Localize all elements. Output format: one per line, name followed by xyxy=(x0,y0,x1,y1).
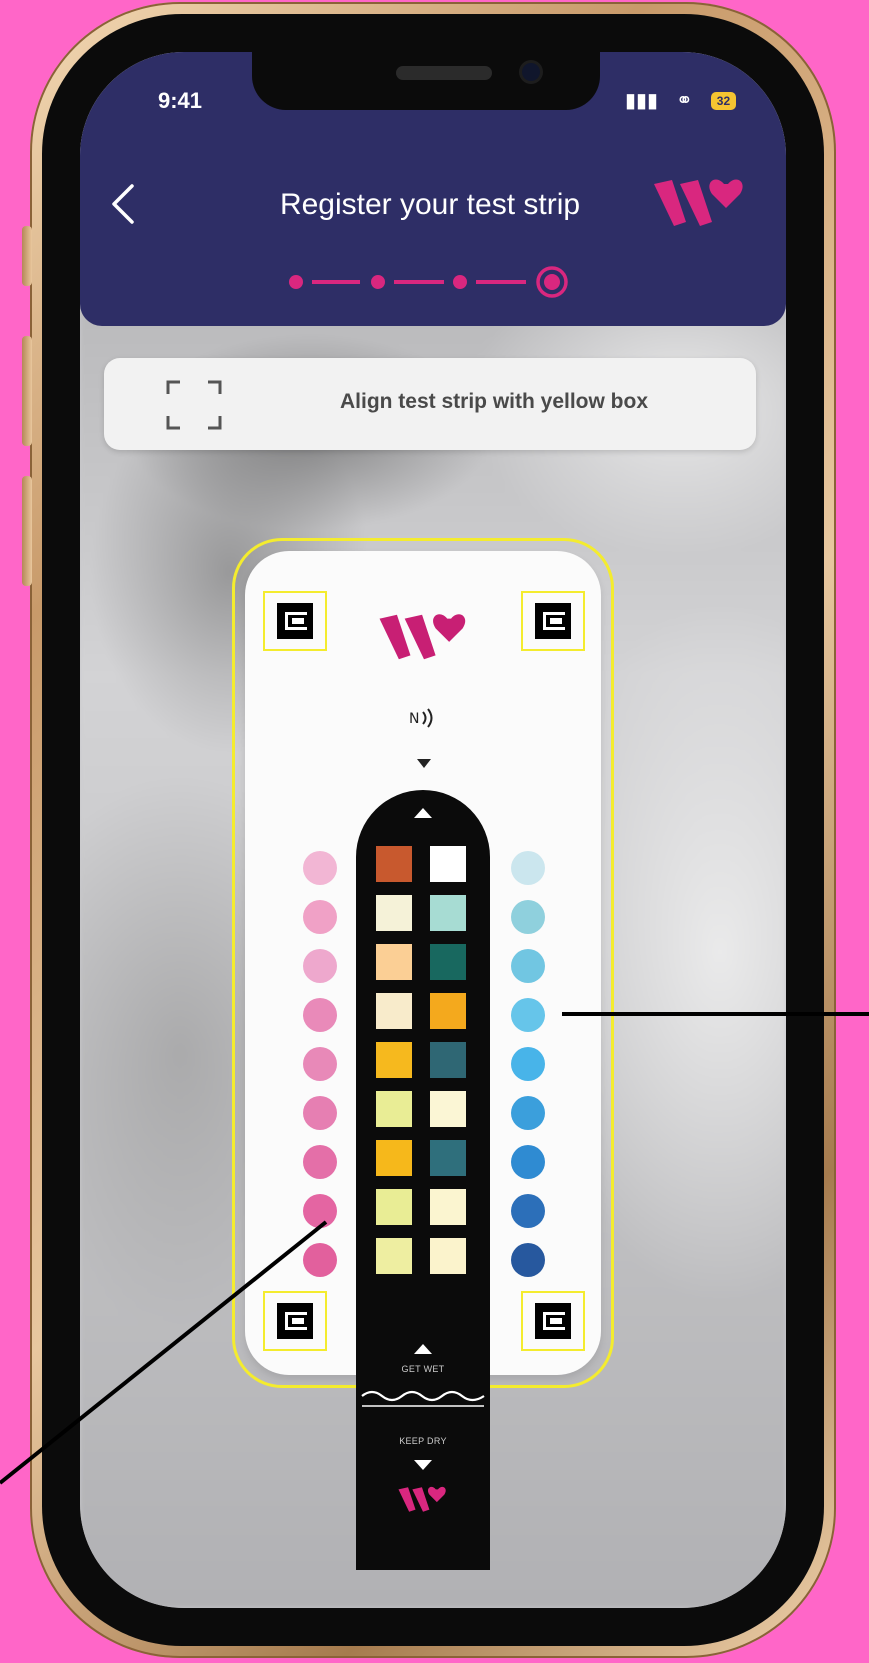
front-camera xyxy=(522,63,540,81)
link-icon: ⚭ xyxy=(676,90,693,112)
reagent-pad-left xyxy=(376,1042,412,1078)
alignment-instruction-text: Align test strip with yellow box xyxy=(339,390,649,413)
right-reference-dot xyxy=(511,1096,545,1130)
reagent-pad-right xyxy=(430,1238,466,1274)
right-reference-dot xyxy=(511,851,545,885)
left-reference-dot xyxy=(303,900,337,934)
right-reference-dot xyxy=(511,1047,545,1081)
test-strip: GET WET KEEP DRY xyxy=(356,790,490,1570)
left-reference-dot xyxy=(303,1194,337,1228)
reagent-pad-left xyxy=(376,944,412,980)
left-reference-dot xyxy=(303,1047,337,1081)
insert-direction-arrow-icon xyxy=(417,759,431,768)
svg-text:N: N xyxy=(409,711,419,727)
status-icons: ▮▮▮ ⚭ 32 xyxy=(625,88,737,113)
left-reference-dot xyxy=(303,851,337,885)
reagent-pad-left xyxy=(376,1189,412,1225)
get-wet-arrow-icon xyxy=(414,1344,432,1354)
fiducial-marker-bottom-left xyxy=(263,1291,327,1351)
reagent-pad-right xyxy=(430,1140,466,1176)
phone-screen: 9:41 ▮▮▮ ⚭ 32 Register your test strip A… xyxy=(80,52,786,1608)
scan-frame-icon xyxy=(166,380,222,430)
keep-dry-label: KEEP DRY xyxy=(399,1436,447,1446)
left-reference-dot xyxy=(303,1243,337,1277)
reagent-pad-right xyxy=(430,993,466,1029)
left-reference-dot xyxy=(303,949,337,983)
signal-icon: ▮▮▮ xyxy=(625,90,659,112)
page-title: Register your test strip xyxy=(279,188,581,221)
right-reference-dot xyxy=(511,998,545,1032)
right-reference-dot xyxy=(511,949,545,983)
volume-down-button xyxy=(22,476,32,586)
battery-indicator: 32 xyxy=(710,91,737,110)
wave-divider-icon xyxy=(361,1390,485,1407)
reagent-pad-left xyxy=(376,895,412,931)
progress-stepper xyxy=(289,266,568,298)
reagent-pad-right xyxy=(430,895,466,931)
left-reference-dot xyxy=(303,998,337,1032)
reagent-pad-right xyxy=(430,846,466,882)
reagent-pad-right xyxy=(430,1042,466,1078)
fiducial-marker-top-right xyxy=(521,591,585,651)
right-reference-dot xyxy=(511,900,545,934)
nfc-icon: N xyxy=(409,708,433,728)
reagent-pad-right xyxy=(430,1189,466,1225)
keep-dry-arrow-icon xyxy=(414,1460,432,1470)
back-chevron-icon[interactable] xyxy=(104,180,144,228)
right-reference-dot xyxy=(511,1194,545,1228)
reagent-pad-right xyxy=(430,944,466,980)
strip-brand-logo-icon xyxy=(379,614,466,660)
earpiece-speaker xyxy=(396,66,492,80)
reagent-pad-left xyxy=(376,846,412,882)
strip-bottom-logo-icon xyxy=(398,1486,446,1512)
left-reference-dot xyxy=(303,1096,337,1130)
reagent-pad-left xyxy=(376,1091,412,1127)
strip-up-arrow-icon xyxy=(414,808,432,818)
left-reference-dot xyxy=(303,1145,337,1179)
status-time: 9:41 xyxy=(158,88,203,113)
fiducial-marker-top-left xyxy=(263,591,327,651)
alignment-instruction-card: Align test strip with yellow box xyxy=(104,358,756,450)
fiducial-marker-bottom-right xyxy=(521,1291,585,1351)
get-wet-label: GET WET xyxy=(401,1364,445,1374)
brand-logo-icon xyxy=(654,179,743,226)
right-reference-dot xyxy=(511,1243,545,1277)
volume-up-button xyxy=(22,336,32,446)
phone-notch xyxy=(252,52,600,110)
right-reference-dot xyxy=(511,1145,545,1179)
reagent-pad-left xyxy=(376,1238,412,1274)
reagent-pad-right xyxy=(430,1091,466,1127)
reagent-pad-left xyxy=(376,993,412,1029)
mute-switch xyxy=(22,226,32,286)
reagent-pad-left xyxy=(376,1140,412,1176)
